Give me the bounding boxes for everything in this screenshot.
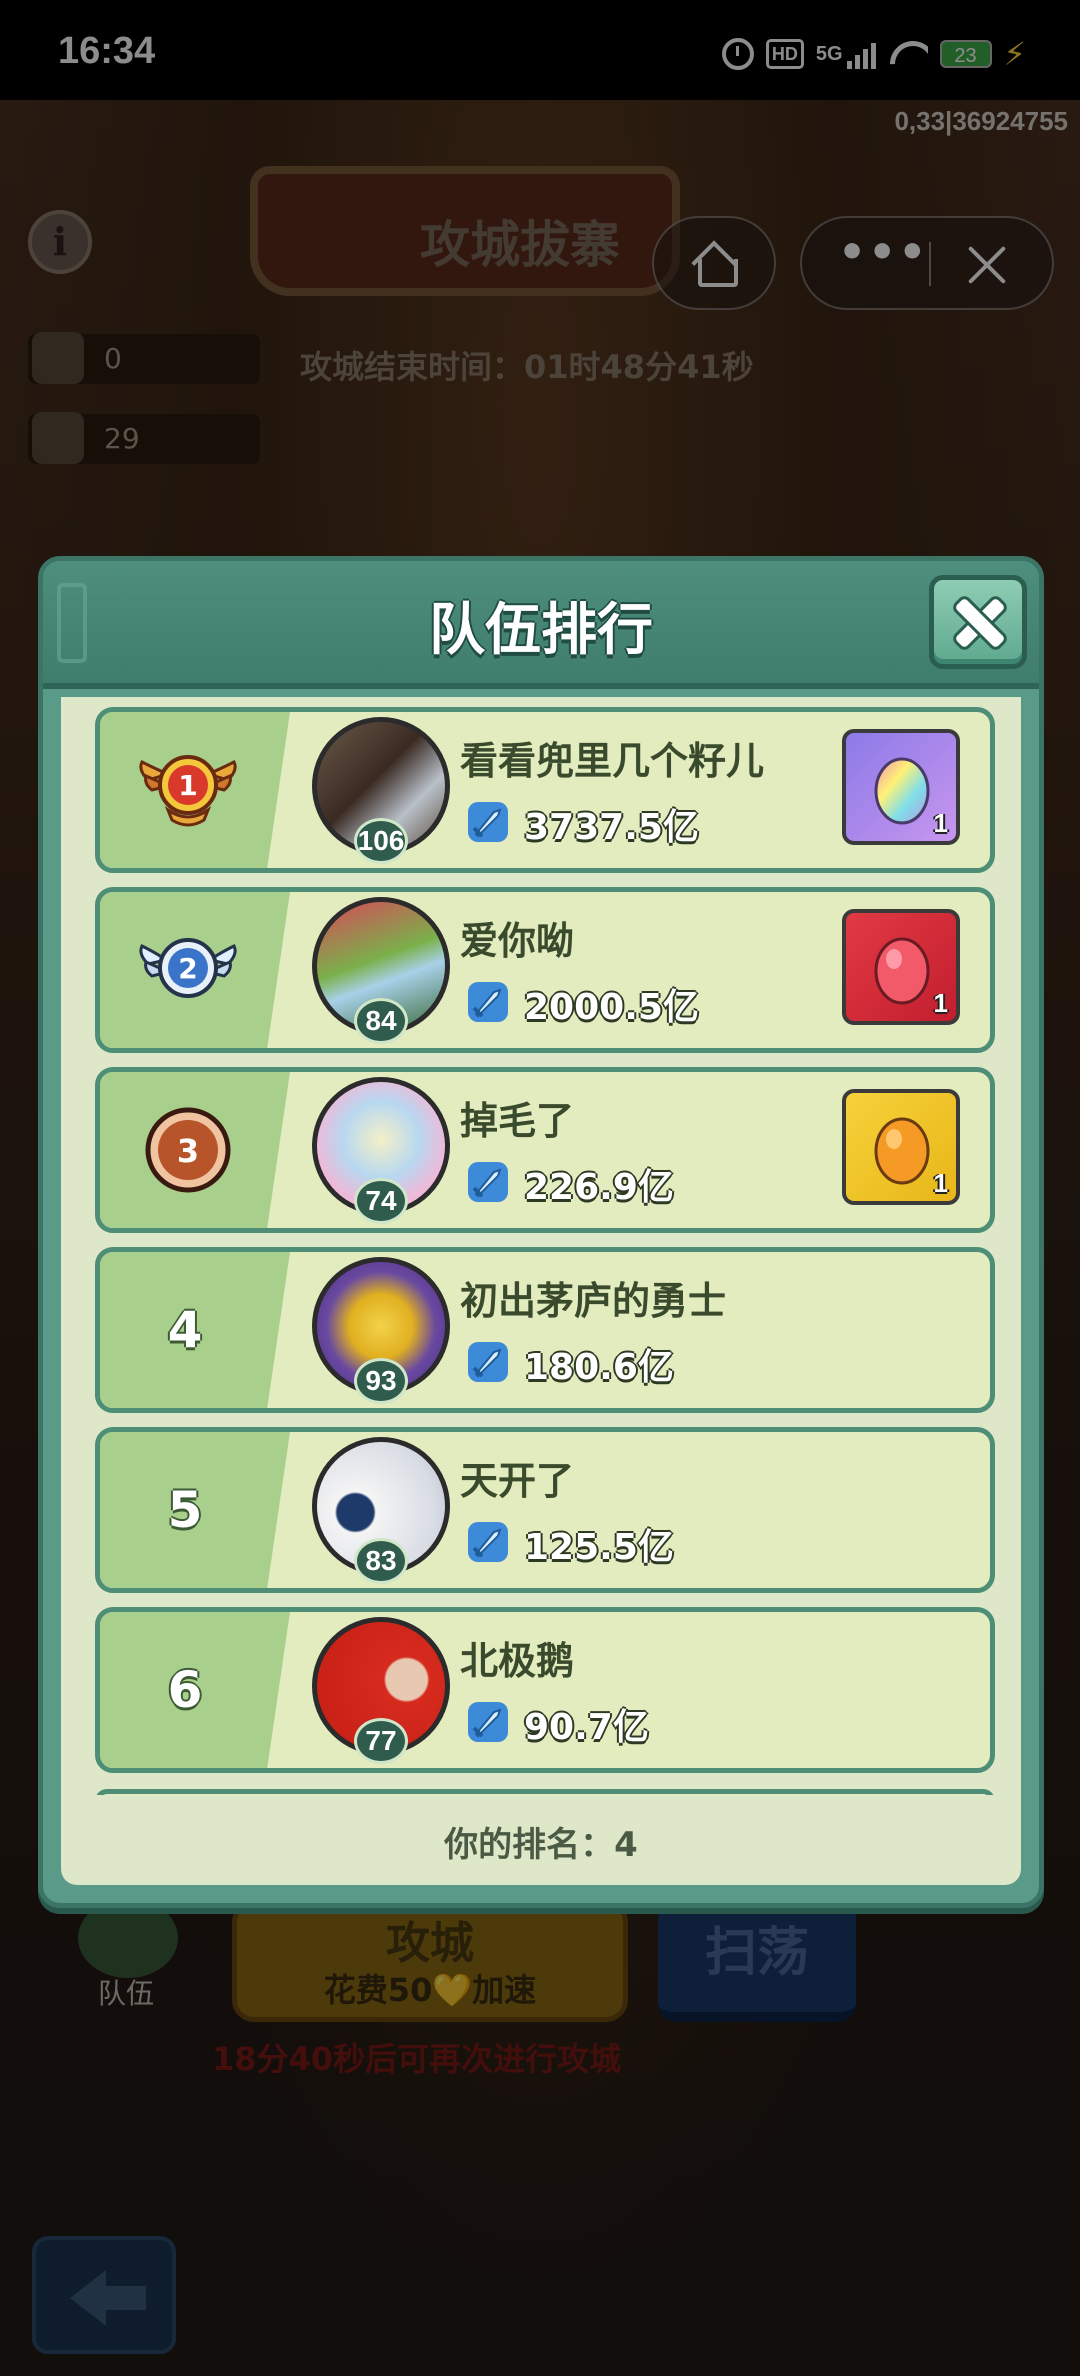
reward-quantity: 1 xyxy=(933,808,948,838)
level-badge: 84 xyxy=(354,998,408,1044)
silver-medal-icon: 2 xyxy=(139,938,237,998)
player-name: 初出茅庐的勇士 xyxy=(460,1279,727,1323)
power-value: 2000.5亿 xyxy=(524,987,699,1028)
rank-number: 6 xyxy=(167,1661,203,1719)
player-name: 北极鹅 xyxy=(460,1639,575,1683)
reward-item[interactable]: 1 xyxy=(842,909,960,1025)
player-name: 天开了 xyxy=(460,1459,575,1503)
modal-title: 队伍排行 xyxy=(429,598,653,663)
ranking-row: 4 93 初出茅庐的勇士 180.6亿 xyxy=(95,1247,995,1413)
power-value: 3737.5亿 xyxy=(524,807,699,848)
ranking-row: 5 83 天开了 125.5亿 xyxy=(95,1427,995,1593)
level-badge: 93 xyxy=(354,1358,408,1404)
ranking-row-partial xyxy=(95,1789,995,1795)
modal-body: 1 106 看看兜里几个籽儿 3737.5亿 1 2 84 爱你呦 2000.5… xyxy=(61,697,1021,1885)
power-value: 125.5亿 xyxy=(524,1527,674,1568)
sword-icon xyxy=(468,802,508,842)
sword-icon xyxy=(468,1702,508,1742)
gold-medal-icon: 1 xyxy=(139,755,237,827)
reward-quantity: 1 xyxy=(933,1168,948,1198)
level-badge: 74 xyxy=(354,1178,408,1224)
ranking-row: 2 84 爱你呦 2000.5亿 1 xyxy=(95,887,995,1053)
svg-text:3: 3 xyxy=(177,1132,199,1170)
ranking-list[interactable]: 1 106 看看兜里几个籽儿 3737.5亿 1 2 84 爱你呦 2000.5… xyxy=(61,697,1021,1795)
power-value: 90.7亿 xyxy=(524,1707,649,1748)
ranking-row: 1 106 看看兜里几个籽儿 3737.5亿 1 xyxy=(95,707,995,873)
player-name: 掉毛了 xyxy=(460,1099,575,1143)
my-rank-text: 你的排名：4 xyxy=(444,1825,638,1865)
close-icon xyxy=(954,598,1004,648)
rank-number: 4 xyxy=(167,1301,203,1359)
reward-item[interactable]: 1 xyxy=(842,729,960,845)
level-badge: 106 xyxy=(354,818,408,864)
power-value: 180.6亿 xyxy=(524,1347,674,1388)
level-badge: 83 xyxy=(354,1538,408,1584)
sword-icon xyxy=(468,1162,508,1202)
sword-icon xyxy=(468,982,508,1022)
player-name: 看看兜里几个籽儿 xyxy=(460,739,765,783)
red-egg-icon xyxy=(874,937,930,1005)
sword-icon xyxy=(468,1522,508,1562)
player-name: 爱你呦 xyxy=(460,919,575,963)
ranking-row: 3 74 掉毛了 226.9亿 1 xyxy=(95,1067,995,1233)
reward-quantity: 1 xyxy=(933,988,948,1018)
power-value: 226.9亿 xyxy=(524,1167,674,1208)
svg-text:1: 1 xyxy=(178,769,197,802)
rank-number: 5 xyxy=(167,1481,203,1539)
level-badge: 77 xyxy=(354,1718,408,1764)
modal-header: 队伍排行 xyxy=(43,561,1039,689)
orange-egg-icon xyxy=(874,1117,930,1185)
bronze-medal-icon: 3 xyxy=(145,1107,231,1193)
ranking-row: 6 77 北极鹅 90.7亿 xyxy=(95,1607,995,1773)
rainbow-egg-icon xyxy=(874,757,930,825)
modal-close-button[interactable] xyxy=(929,575,1027,669)
reward-item[interactable]: 1 xyxy=(842,1089,960,1205)
sword-icon xyxy=(468,1342,508,1382)
team-ranking-modal: 队伍排行 1 106 看看兜里几个籽儿 3737.5亿 1 2 84 爱你呦 2… xyxy=(38,556,1044,1908)
svg-text:2: 2 xyxy=(178,952,197,985)
